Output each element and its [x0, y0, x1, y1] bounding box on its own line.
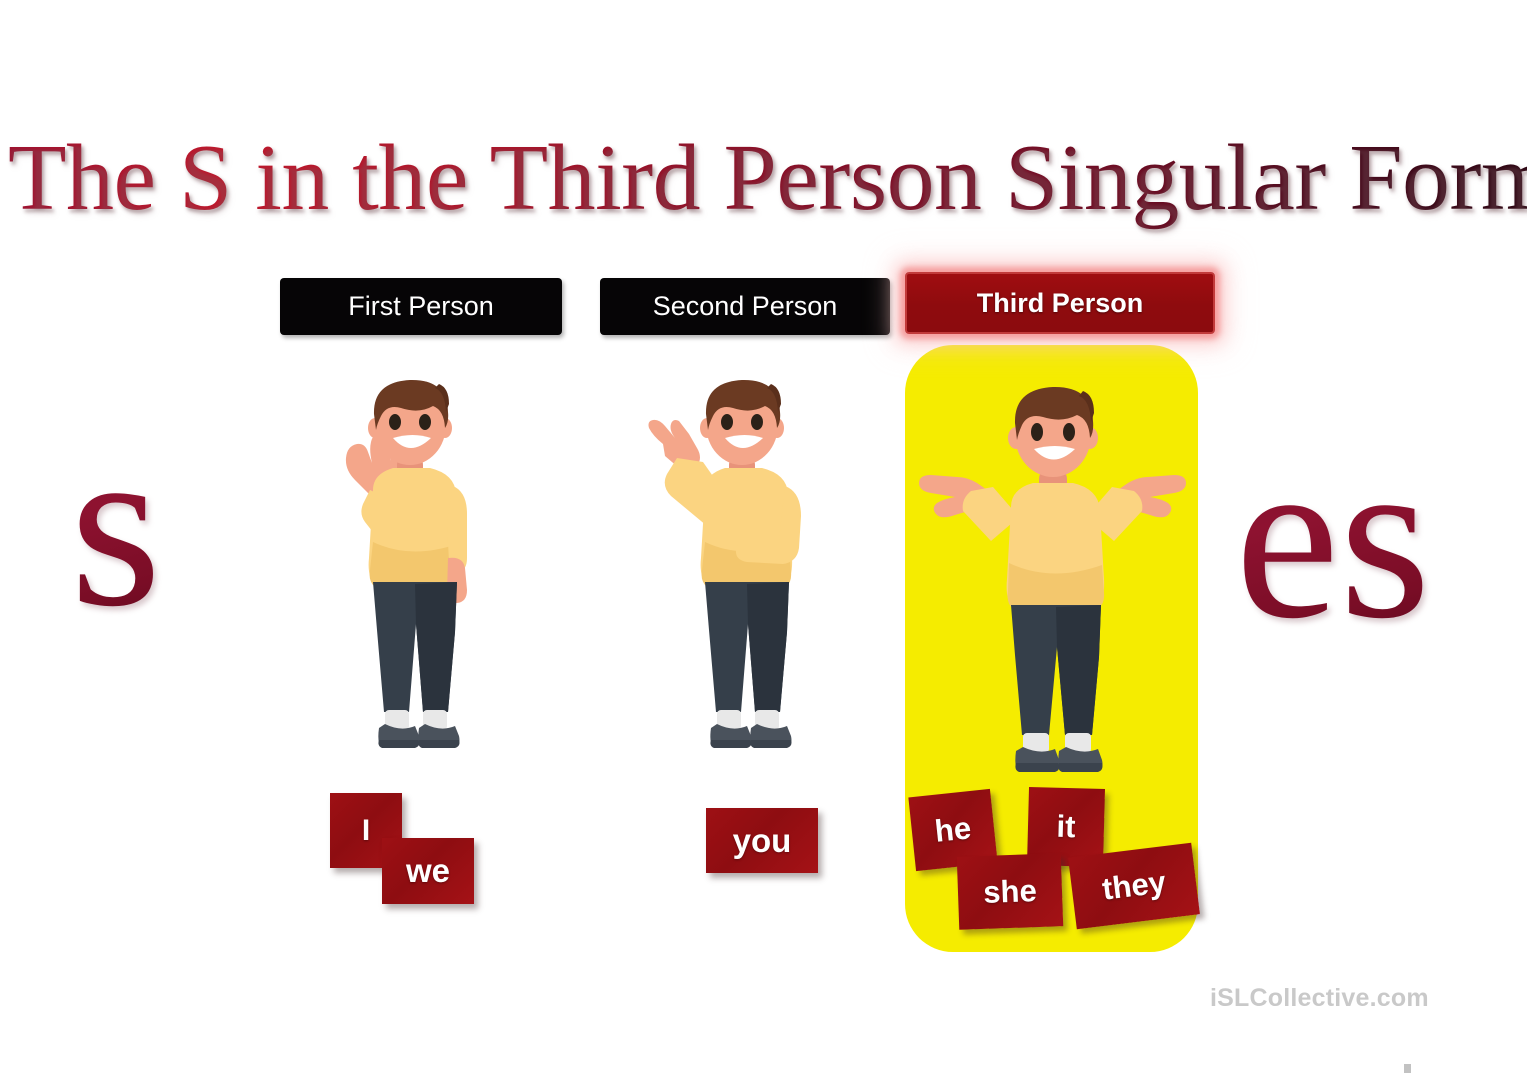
worksheet-canvas: The S in the Third Person Singular Form …: [0, 0, 1527, 1080]
character-illustration-waving: [315, 362, 505, 767]
pronoun-card-she-label: she: [982, 872, 1038, 910]
header-label-first-person: First Person: [348, 291, 494, 321]
header-label-third-person: Third Person: [976, 287, 1144, 318]
pronoun-card-we-label: we: [405, 852, 451, 889]
pronoun-card-i-label: I: [361, 813, 371, 847]
pronoun-card-she: she: [956, 853, 1064, 930]
pronoun-card-we: we: [382, 838, 474, 904]
site-watermark: iSLCollective.com: [1210, 984, 1429, 1012]
header-label-second-person: Second Person: [652, 291, 838, 321]
character-illustration-pointing: [625, 362, 825, 767]
page-title: The S in the Third Person Singular Form: [8, 128, 1527, 233]
suffix-letter-s: s: [70, 395, 162, 655]
pronoun-card-you-label: you: [732, 821, 792, 859]
character-illustration-shrugging: [915, 365, 1190, 790]
header-bar-first-person: First Person: [280, 278, 562, 335]
pronoun-card-they-label: they: [1100, 864, 1168, 907]
pronoun-card-they: they: [1068, 842, 1200, 930]
pronoun-card-it-label: it: [1056, 808, 1076, 845]
pronoun-card-he-label: he: [933, 810, 973, 849]
corner-marker: [1404, 1064, 1411, 1073]
suffix-letters-es: es: [1235, 407, 1431, 667]
header-bar-second-person: Second Person: [600, 278, 890, 335]
header-bar-third-person: Third Person: [905, 272, 1215, 334]
pronoun-card-you: you: [706, 808, 818, 873]
